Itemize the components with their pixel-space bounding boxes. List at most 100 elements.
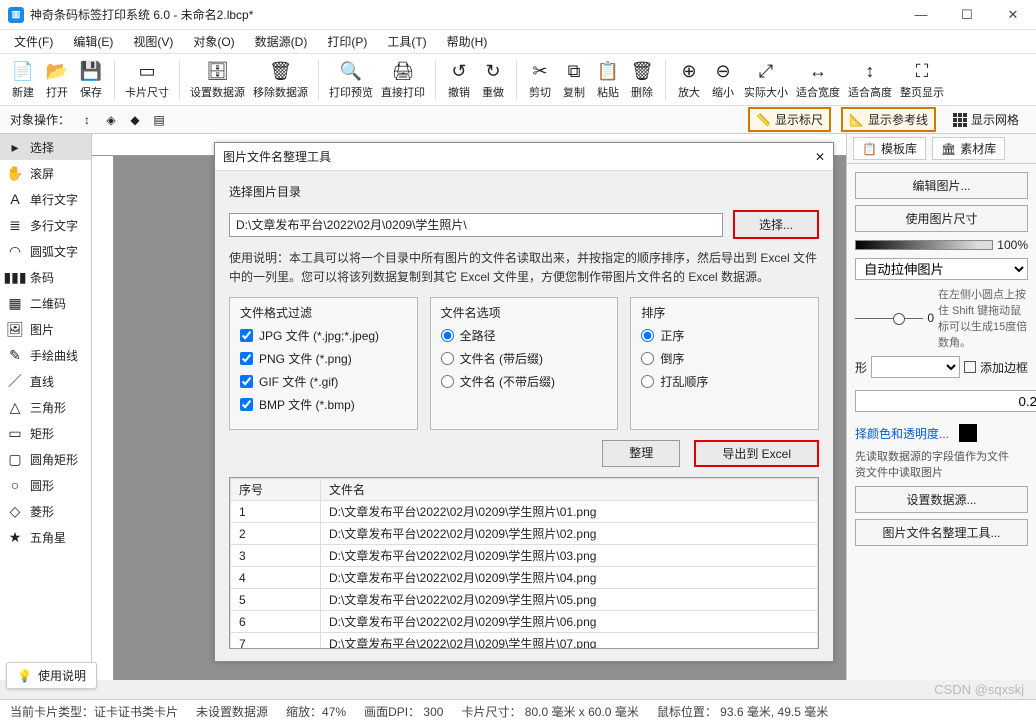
angle-dial[interactable] (855, 318, 923, 319)
手绘曲线-icon: ✎ (6, 347, 24, 364)
tool-圆形[interactable]: ○圆形 (0, 472, 91, 498)
menu-文件(F)[interactable]: 文件(F) (6, 31, 61, 52)
sortopt-radio[interactable]: 正序 (641, 327, 808, 344)
shape-select[interactable] (871, 356, 960, 378)
tool-矩形[interactable]: ▭矩形 (0, 420, 91, 446)
set-datasource-button[interactable]: 设置数据源... (855, 486, 1028, 513)
tool-选择[interactable]: ▸选择 (0, 134, 91, 160)
menu-帮助(H)[interactable]: 帮助(H) (439, 31, 496, 52)
color-opacity-link[interactable]: 择颜色和透明度... (855, 425, 949, 442)
tb-撤销[interactable]: ↺撤销 (444, 60, 474, 100)
tb-整页显示[interactable]: ⛶整页显示 (898, 60, 946, 100)
tool-滚屏[interactable]: ✋滚屏 (0, 160, 91, 186)
nameopt-radio[interactable]: 文件名 (带后缀) (441, 350, 608, 367)
table-row[interactable]: 1D:\文章发布平台\2022\02月\0209\学生照片\01.png (231, 501, 818, 523)
tb-卡片尺寸[interactable]: ▭卡片尺寸 (123, 60, 171, 100)
tb-新建[interactable]: 📄新建 (8, 60, 38, 100)
menu-视图(V)[interactable]: 视图(V) (125, 31, 181, 52)
tb-直接打印[interactable]: 🖨直接打印 (379, 60, 427, 100)
use-image-size-button[interactable]: 使用图片尺寸 (855, 205, 1028, 232)
table-row[interactable]: 2D:\文章发布平台\2022\02月\0209\学生照片\02.png (231, 523, 818, 545)
show-ruler-toggle[interactable]: 📏 显示标尺 (748, 107, 831, 132)
filename-option-group: 文件名选项 全路径 文件名 (带后缀) 文件名 (不带后缀) (430, 297, 619, 430)
menu-打印(P)[interactable]: 打印(P) (319, 31, 375, 52)
menu-工具(T)[interactable]: 工具(T) (379, 31, 434, 52)
sortopt-radio[interactable]: 打乱顺序 (641, 373, 808, 390)
滚屏-icon: ✋ (6, 165, 24, 182)
export-excel-button[interactable]: 导出到 Excel (694, 440, 819, 467)
tb-缩小[interactable]: ⊖缩小 (708, 60, 738, 100)
table-row[interactable]: 4D:\文章发布平台\2022\02月\0209\学生照片\04.png (231, 567, 818, 589)
table-row[interactable]: 6D:\文章发布平台\2022\02月\0209\学生照片\06.png (231, 611, 818, 633)
tool-三角形[interactable]: △三角形 (0, 394, 91, 420)
op-icon[interactable]: ◈ (104, 113, 118, 127)
tb-设置数据源[interactable]: 🗄设置数据源 (188, 60, 247, 100)
tool-条码[interactable]: ▮▮▮条码 (0, 264, 91, 290)
op-icon[interactable]: ▤ (152, 113, 166, 127)
tab-assets[interactable]: 🏛 素材库 (932, 137, 1005, 160)
tool-手绘曲线[interactable]: ✎手绘曲线 (0, 342, 91, 368)
tool-二维码[interactable]: ▦二维码 (0, 290, 91, 316)
op-icon[interactable]: ◆ (128, 113, 142, 127)
fmt-check[interactable]: GIF 文件 (*.gif) (240, 373, 407, 390)
directory-path-input[interactable]: D:\文章发布平台\2022\02月\0209\学生照片\ (229, 213, 723, 237)
tb-打开[interactable]: 📂打开 (42, 60, 72, 100)
tb-保存[interactable]: 💾保存 (76, 60, 106, 100)
直接打印-icon: 🖨 (391, 60, 415, 84)
矩形-icon: ▭ (6, 425, 24, 442)
tb-删除[interactable]: 🗑删除 (627, 60, 657, 100)
tb-粘贴[interactable]: 📋粘贴 (593, 60, 623, 100)
add-border-check[interactable] (964, 361, 976, 373)
edit-image-button[interactable]: 编辑图片... (855, 172, 1028, 199)
minimize-button[interactable]: — (898, 0, 944, 30)
tool-多行文字[interactable]: ≣多行文字 (0, 212, 91, 238)
dialog-close-icon[interactable]: ✕ (815, 150, 825, 164)
tool-图片[interactable]: 🖼图片 (0, 316, 91, 342)
tb-重做[interactable]: ↻重做 (478, 60, 508, 100)
maximize-button[interactable]: ☐ (944, 0, 990, 30)
tb-移除数据源[interactable]: 🗑移除数据源 (251, 60, 310, 100)
opacity-slider[interactable] (855, 240, 993, 250)
border-width-input[interactable] (855, 390, 1036, 412)
tb-打印预览[interactable]: 🔍打印预览 (327, 60, 375, 100)
tb-放大[interactable]: ⊕放大 (674, 60, 704, 100)
menu-对象(O)[interactable]: 对象(O) (185, 31, 242, 52)
arrange-button[interactable]: 整理 (602, 440, 680, 467)
table-row[interactable]: 5D:\文章发布平台\2022\02月\0209\学生照片\05.png (231, 589, 818, 611)
tool-圆角矩形[interactable]: ▢圆角矩形 (0, 446, 91, 472)
object-op-label: 对象操作： (10, 111, 70, 128)
tool-圆弧文字[interactable]: ◠圆弧文字 (0, 238, 91, 264)
tool-五角星[interactable]: ★五角星 (0, 524, 91, 550)
tb-适合高度[interactable]: ↕适合高度 (846, 60, 894, 100)
tb-适合宽度[interactable]: ↔适合宽度 (794, 60, 842, 100)
tb-实际大小[interactable]: ⤢实际大小 (742, 60, 790, 100)
close-button[interactable]: ✕ (990, 0, 1036, 30)
op-icon[interactable]: ↕ (80, 113, 94, 127)
stretch-select[interactable]: 自动拉伸图片 (855, 258, 1028, 280)
tool-直线[interactable]: ／直线 (0, 368, 91, 394)
color-swatch[interactable] (959, 424, 977, 442)
删除-icon: 🗑 (630, 60, 654, 84)
menu-编辑(E)[interactable]: 编辑(E) (65, 31, 121, 52)
browse-button[interactable]: 选择... (733, 210, 819, 239)
tb-剪切[interactable]: ✂剪切 (525, 60, 555, 100)
filename-tool-button[interactable]: 图片文件名整理工具... (855, 519, 1028, 546)
tool-单行文字[interactable]: A单行文字 (0, 186, 91, 212)
table-row[interactable]: 3D:\文章发布平台\2022\02月\0209\学生照片\03.png (231, 545, 818, 567)
fmt-check[interactable]: BMP 文件 (*.bmp) (240, 396, 407, 413)
tool-菱形[interactable]: ◇菱形 (0, 498, 91, 524)
nameopt-radio[interactable]: 文件名 (不带后缀) (441, 373, 608, 390)
tab-templates[interactable]: 📋 模板库 (853, 137, 926, 160)
sortopt-radio[interactable]: 倒序 (641, 350, 808, 367)
opacity-value: 100% (997, 238, 1028, 252)
show-guide-toggle[interactable]: 📐 显示参考线 (841, 107, 936, 132)
menu-数据源(D)[interactable]: 数据源(D) (247, 31, 316, 52)
file-list-grid[interactable]: 序号文件名 1D:\文章发布平台\2022\02月\0209\学生照片\01.p… (229, 477, 819, 649)
table-row[interactable]: 7D:\文章发布平台\2022\02月\0209\学生照片\07.png (231, 633, 818, 649)
tb-复制[interactable]: ⧉复制 (559, 60, 589, 100)
show-grid-toggle[interactable]: 显示网格 (946, 108, 1026, 131)
fmt-check[interactable]: JPG 文件 (*.jpg;*.jpeg) (240, 327, 407, 344)
usage-hint-button[interactable]: 💡 使用说明 (6, 662, 97, 689)
nameopt-radio[interactable]: 全路径 (441, 327, 608, 344)
fmt-check[interactable]: PNG 文件 (*.png) (240, 350, 407, 367)
